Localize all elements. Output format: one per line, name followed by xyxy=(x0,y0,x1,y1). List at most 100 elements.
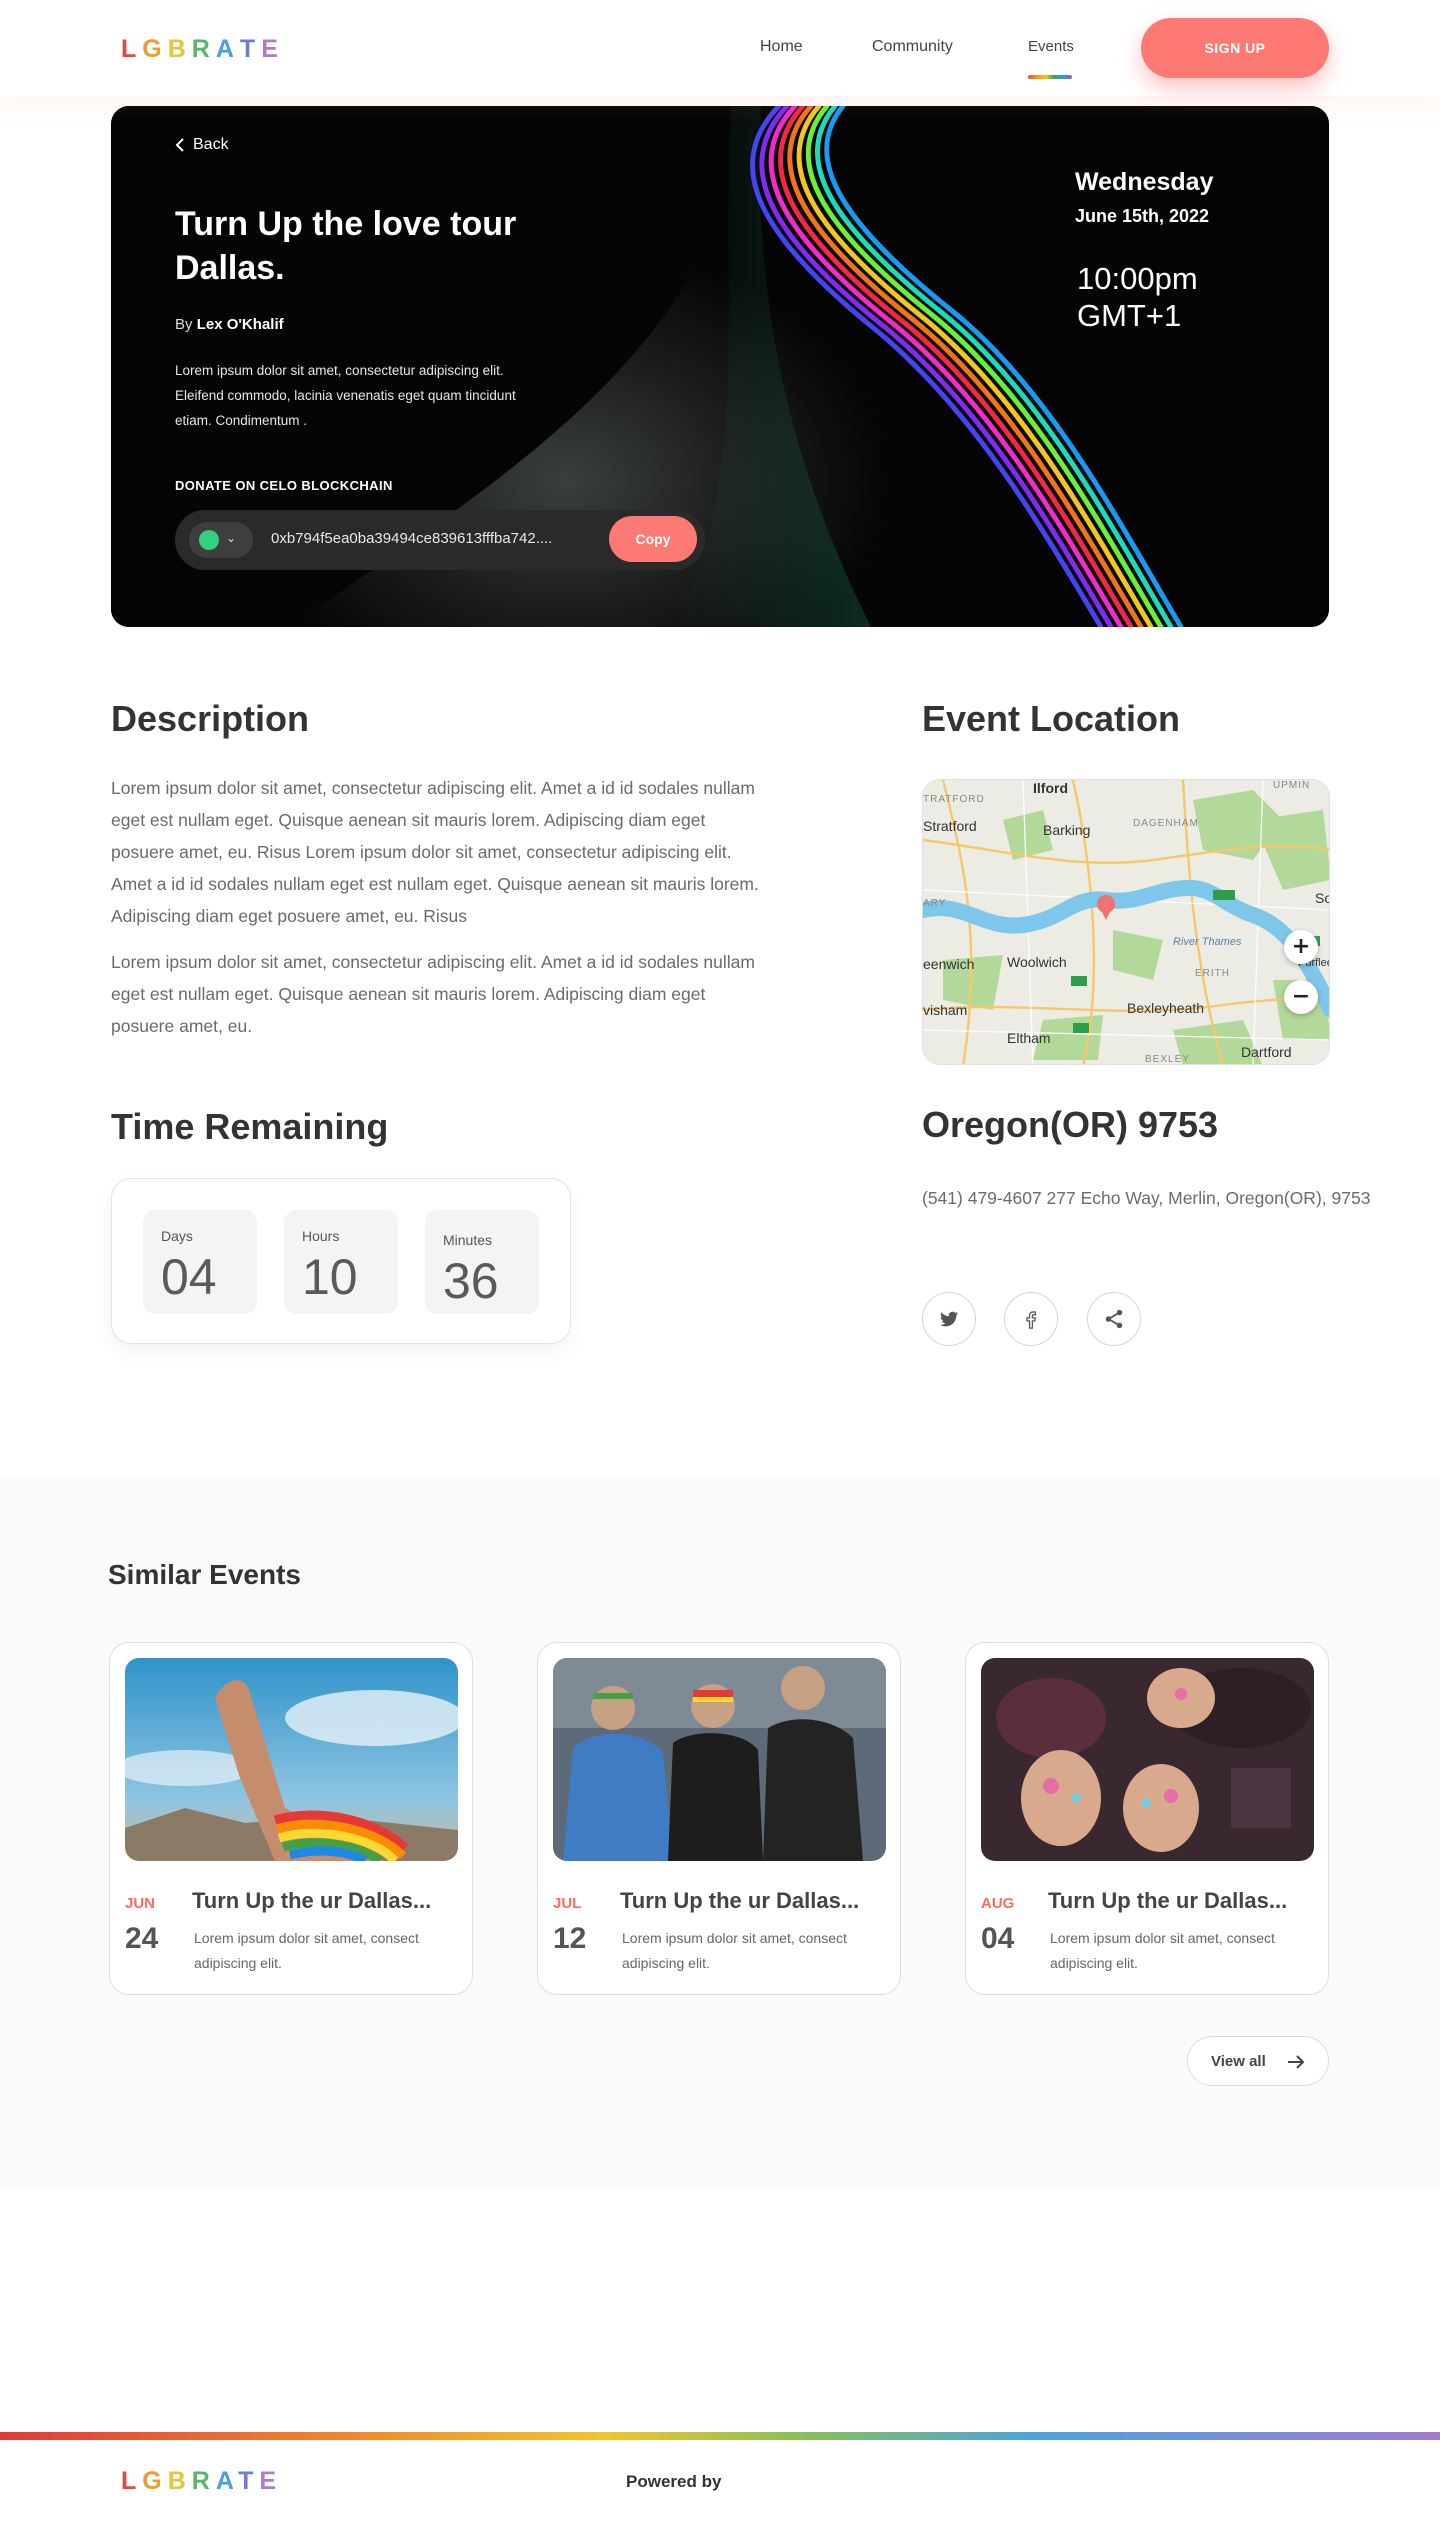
minutes-value: 36 xyxy=(443,1253,499,1309)
logo-letter: R xyxy=(191,35,216,63)
event-day-number: 04 xyxy=(981,1922,1015,1955)
nav-community-link[interactable]: Community xyxy=(872,38,953,56)
logo-letter: E xyxy=(259,2467,283,2495)
map-label: UPMIN xyxy=(1273,780,1311,791)
logo-letter: T xyxy=(239,35,262,63)
view-all-label: View all xyxy=(1211,2052,1266,2070)
logo-letter: L xyxy=(121,2467,143,2495)
similar-events-heading: Similar Events xyxy=(108,1559,301,1590)
event-card-title[interactable]: Turn Up the ur Dallas... xyxy=(1048,1888,1287,1914)
event-time: 10:00pm GMT+1 xyxy=(1077,261,1198,333)
logo-letter: G xyxy=(142,2467,168,2495)
nav-home-link[interactable]: Home xyxy=(760,38,803,56)
logo-letter: A xyxy=(215,35,240,63)
map-zoom-in-button[interactable]: + xyxy=(1284,930,1318,964)
map-label: Barking xyxy=(1043,822,1091,838)
brand-logo[interactable]: LGBRATE xyxy=(121,35,284,64)
map-label: Dartford xyxy=(1241,1044,1292,1060)
event-title: Turn Up the love tour Dallas. xyxy=(175,205,517,287)
countdown-hours: Hours 10 xyxy=(284,1210,398,1314)
donate-label: DONATE ON CELO BLOCKCHAIN xyxy=(175,478,393,493)
event-thumbnail xyxy=(981,1658,1314,1861)
days-value: 04 xyxy=(161,1249,217,1305)
currency-select[interactable]: ⌄ xyxy=(189,522,253,558)
twitter-share-button[interactable] xyxy=(922,1292,976,1346)
event-card[interactable]: AUG 04 Turn Up the ur Dallas... Lorem ip… xyxy=(965,1642,1329,1995)
event-card[interactable]: JUL 12 Turn Up the ur Dallas... Lorem ip… xyxy=(537,1642,901,1995)
map-tiles xyxy=(923,780,1329,1064)
share-button[interactable] xyxy=(1087,1292,1141,1346)
wallet-address: 0xb794f5ea0ba39494ce839613fffba742.... xyxy=(271,530,553,547)
map-label: ERITH xyxy=(1195,968,1230,979)
hours-label: Hours xyxy=(302,1228,340,1244)
map-zoom-out-button[interactable]: − xyxy=(1284,980,1318,1014)
friends-glitter-image xyxy=(981,1658,1314,1861)
signup-button[interactable]: SIGN UP xyxy=(1141,18,1329,78)
map-label: Ilford xyxy=(1033,780,1068,796)
site-header: LGBRATE Home Community Events SIGN UP xyxy=(0,0,1440,96)
event-card-description: Lorem ipsum dolor sit amet, consect adip… xyxy=(1050,1930,1275,1971)
countdown-days: Days 04 xyxy=(143,1210,257,1314)
logo-letter: G xyxy=(142,35,168,63)
event-day: Wednesday xyxy=(1075,168,1214,196)
minutes-label: Minutes xyxy=(443,1232,493,1248)
location-map[interactable]: Ilford TRATFORD Stratford Barking DAGENH… xyxy=(922,779,1330,1065)
event-month: JUL xyxy=(553,1895,582,1912)
pride-wristband-image xyxy=(125,1658,458,1861)
logo-letter: E xyxy=(261,35,284,63)
event-thumbnail xyxy=(553,1658,886,1861)
event-location-heading: Event Location xyxy=(922,698,1181,739)
share-icon xyxy=(1105,1309,1123,1329)
logo-letter: A xyxy=(215,2467,239,2495)
event-author: By Lex O'Khalif xyxy=(175,316,284,333)
description-heading: Description xyxy=(111,698,310,739)
event-summary: Lorem ipsum dolor sit amet, consectetur … xyxy=(175,363,516,428)
arrow-right-icon xyxy=(1288,2055,1305,2069)
map-label: eenwich xyxy=(923,956,975,972)
back-link[interactable]: Back xyxy=(175,136,229,154)
days-label: Days xyxy=(161,1228,193,1244)
map-label: visham xyxy=(923,1002,968,1018)
venue-heading: Oregon(OR) 9753 xyxy=(922,1104,1219,1145)
map-label: River Thames xyxy=(1173,936,1242,948)
powered-by-label: Powered by xyxy=(626,2472,722,2491)
map-label: So xyxy=(1315,890,1329,906)
time-remaining-heading: Time Remaining xyxy=(111,1106,389,1147)
event-card-title[interactable]: Turn Up the ur Dallas... xyxy=(192,1888,431,1914)
facebook-share-button[interactable] xyxy=(1004,1292,1058,1346)
rainbow-divider xyxy=(0,2432,1440,2440)
event-card-title[interactable]: Turn Up the ur Dallas... xyxy=(620,1888,859,1914)
venue-address: (541) 479-4607 277 Echo Way, Merlin, Ore… xyxy=(922,1188,1371,1208)
event-day-number: 12 xyxy=(553,1922,587,1955)
event-thumbnail xyxy=(125,1658,458,1861)
celo-coin-icon xyxy=(199,530,219,550)
map-label: TRATFORD xyxy=(923,794,985,805)
logo-letter: L xyxy=(121,35,143,63)
author-prefix: By xyxy=(175,316,193,333)
map-label: DAGENHAM xyxy=(1133,818,1199,829)
chevron-down-icon: ⌄ xyxy=(226,531,237,545)
event-date: June 15th, 2022 xyxy=(1075,206,1210,226)
map-label: Woolwich xyxy=(1007,954,1067,970)
event-card[interactable]: JUN 24 Turn Up the ur Dallas... Lorem ip… xyxy=(109,1642,473,1995)
event-month: AUG xyxy=(981,1895,1015,1912)
copy-button[interactable]: Copy xyxy=(609,516,697,562)
description-paragraph: Lorem ipsum dolor sit amet, consectetur … xyxy=(111,778,759,926)
description-paragraph: Lorem ipsum dolor sit amet, consectetur … xyxy=(111,952,755,1036)
map-label: ARY xyxy=(923,898,947,909)
nav-events-link[interactable]: Events xyxy=(1028,38,1074,55)
parade-crowd-image xyxy=(553,1658,886,1861)
event-month: JUN xyxy=(125,1895,156,1912)
view-all-button[interactable]: View all xyxy=(1187,2036,1329,2086)
facebook-icon xyxy=(1026,1311,1037,1329)
footer-logo[interactable]: LGBRATE xyxy=(121,2467,282,2496)
map-label: Stratford xyxy=(923,818,977,834)
logo-letter: B xyxy=(167,35,192,63)
event-card-description: Lorem ipsum dolor sit amet, consect adip… xyxy=(194,1930,419,1971)
map-label: Eltham xyxy=(1007,1030,1051,1046)
logo-letter: R xyxy=(191,2467,216,2495)
back-label: Back xyxy=(193,136,229,153)
event-card-description: Lorem ipsum dolor sit amet, consect adip… xyxy=(622,1930,847,1971)
event-hero: Back Turn Up the love tour Dallas. By Le… xyxy=(111,106,1329,627)
chevron-left-icon xyxy=(175,138,184,152)
